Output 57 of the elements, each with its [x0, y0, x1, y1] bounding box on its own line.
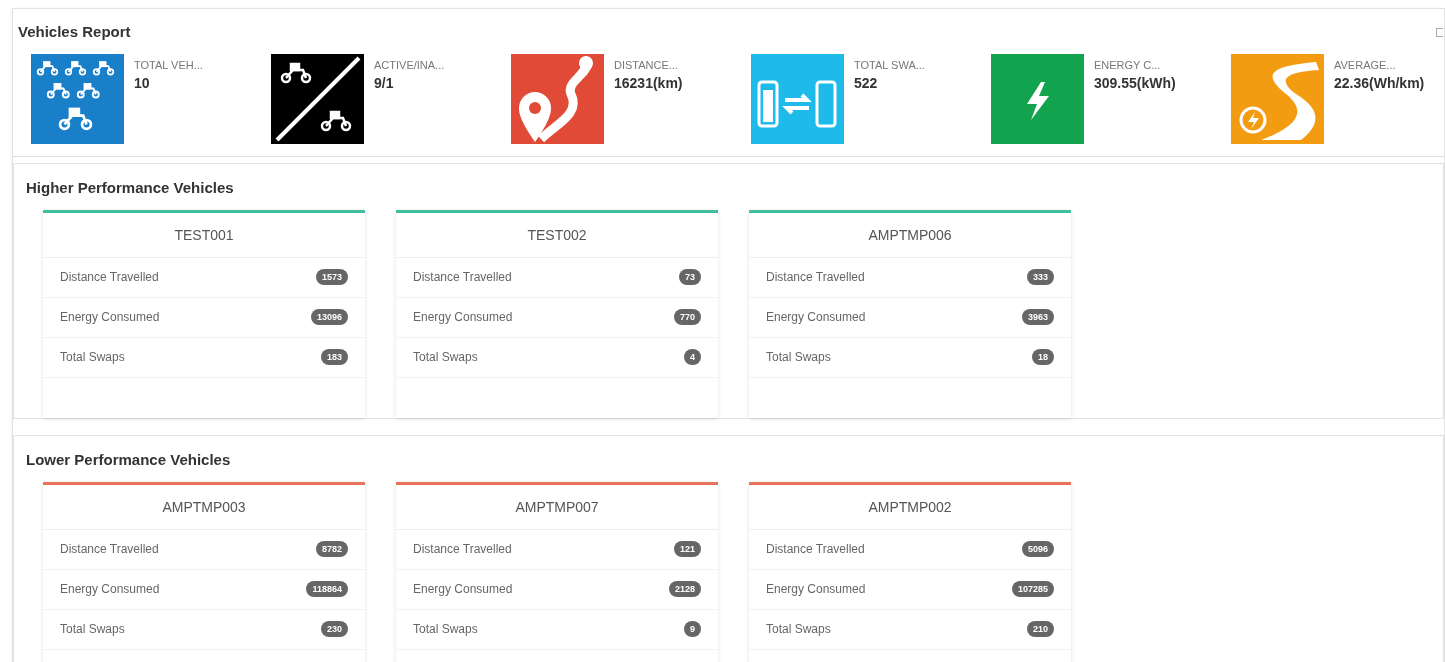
metric-value: 9 [684, 621, 701, 637]
metric-label: Energy Consumed [766, 309, 866, 326]
metric-label: Total Swaps [413, 349, 478, 366]
metric-value: 3963 [1021, 309, 1054, 325]
metric-value: 8782 [315, 541, 348, 557]
metric-value: 73 [679, 269, 701, 285]
metric-label: Energy Consumed [413, 581, 513, 598]
metric-value: 118864 [306, 581, 348, 597]
metric-value: 121 [673, 541, 701, 557]
vehicle-name: AMPTMP007 [515, 498, 599, 515]
metric-label: Total Swaps [60, 349, 125, 366]
metric-value: 2128 [668, 581, 701, 597]
metric-value: 13096 [310, 309, 348, 325]
metric-label: Total Swaps [60, 621, 125, 638]
kpi-value: 10 [134, 74, 151, 93]
kpi-value: 522 [854, 74, 879, 93]
metric-label: Energy Consumed [766, 581, 866, 598]
metric-value: 107285 [1011, 581, 1054, 597]
kpi-label: ENERGY C... [1094, 57, 1162, 73]
metric-value: 5096 [1021, 541, 1054, 557]
metric-label: Distance Travelled [766, 269, 865, 286]
vehicle-name: AMPTMP006 [868, 226, 952, 243]
metric-label: Total Swaps [766, 621, 831, 638]
metric-value: 230 [320, 621, 348, 637]
kpi-label: TOTAL SWA... [854, 57, 925, 73]
vehicle-name: AMPTMP002 [868, 498, 952, 515]
metric-value: 18 [1032, 349, 1054, 365]
kpi-label: AVERAGE... [1334, 57, 1397, 73]
vehicle-name: TEST002 [527, 226, 587, 243]
kpi-value: 309.55(kWh) [1094, 74, 1176, 93]
kpi-label: ACTIVE/INA... [374, 57, 445, 73]
metric-label: Energy Consumed [413, 309, 513, 326]
metric-label: Distance Travelled [413, 541, 512, 558]
kpi-value: 16231(km) [614, 74, 683, 93]
report-title: Vehicles Report [18, 22, 131, 42]
metric-label: Energy Consumed [60, 581, 160, 598]
section-title: Lower Performance Vehicles [26, 450, 231, 468]
kpi-label: DISTANCE... [614, 57, 679, 73]
metric-value: 333 [1026, 269, 1054, 285]
kpi-label: TOTAL VEH... [134, 57, 203, 73]
metric-label: Total Swaps [766, 349, 831, 366]
kpi-value: 9/1 [374, 74, 395, 93]
section-title: Higher Performance Vehicles [26, 178, 234, 196]
metric-value: 770 [673, 309, 701, 325]
metric-label: Distance Travelled [60, 541, 159, 558]
metric-value: 4 [684, 349, 701, 365]
metric-label: Distance Travelled [60, 269, 159, 286]
vehicle-name: AMPTMP003 [162, 498, 246, 515]
metric-label: Total Swaps [413, 621, 478, 638]
kpi-value: 22.36(Wh/km) [1334, 74, 1425, 93]
metric-value: 1573 [315, 269, 348, 285]
vehicle-name: TEST001 [174, 226, 234, 243]
metric-label: Distance Travelled [766, 541, 865, 558]
metric-value: 183 [320, 349, 348, 365]
metric-value: 210 [1026, 621, 1054, 637]
metric-label: Energy Consumed [60, 309, 160, 326]
metric-label: Distance Travelled [413, 269, 512, 286]
